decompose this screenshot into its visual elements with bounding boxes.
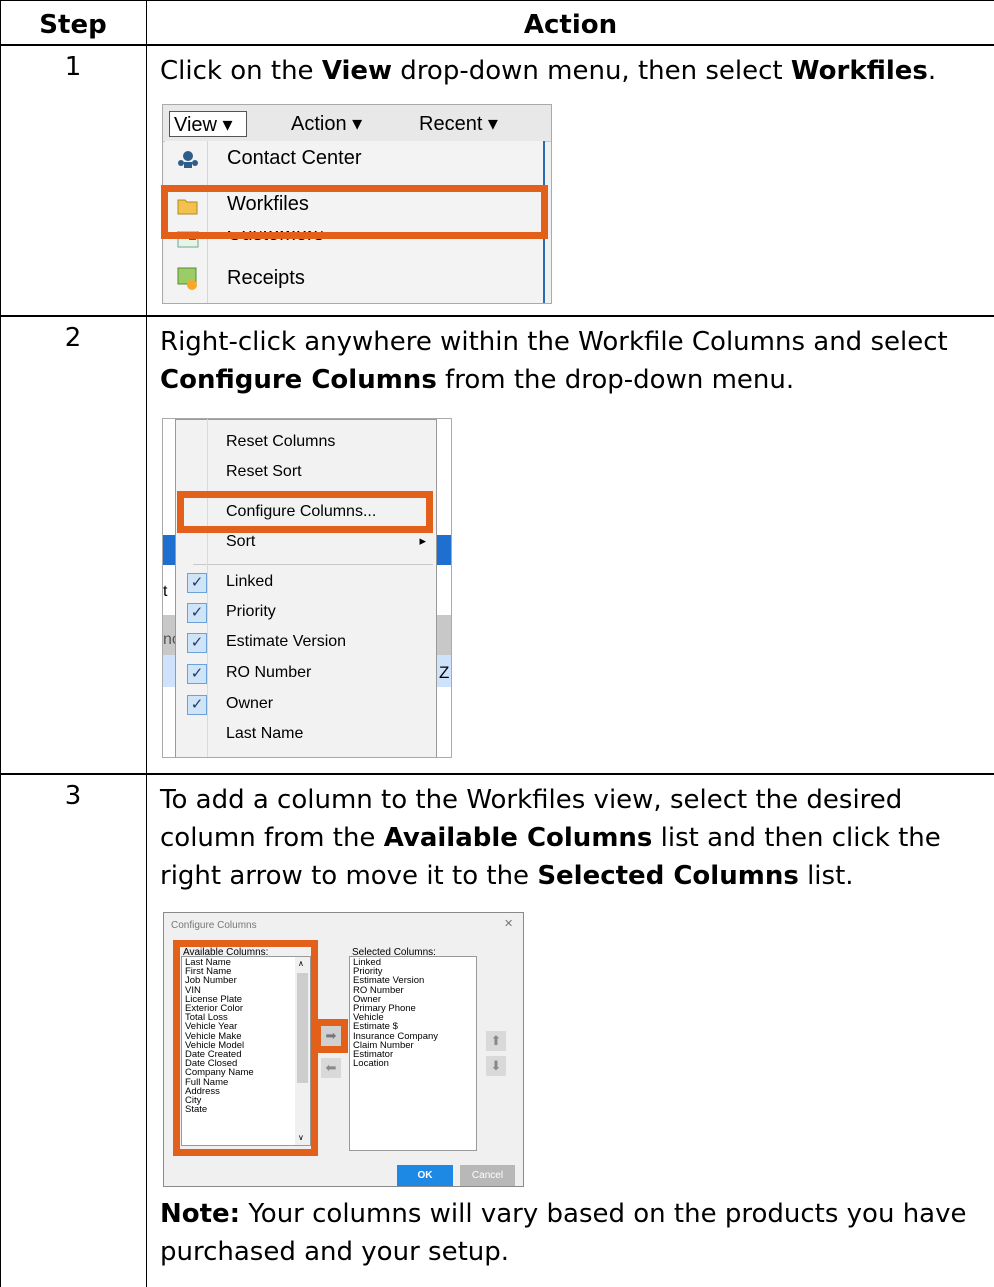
move-up-arrow-button[interactable]: ⬆: [486, 1031, 506, 1051]
context-menu: [175, 419, 437, 757]
header-step: Step: [39, 10, 107, 40]
table-column-divider: [146, 0, 147, 1287]
instruction-text: list.: [798, 861, 854, 891]
menu-recent[interactable]: Recent ▾: [419, 111, 498, 137]
menu-item-priority[interactable]: Priority: [226, 603, 276, 621]
menu-view[interactable]: View ▾: [169, 111, 247, 137]
instruction-bold: View: [321, 56, 393, 86]
menu-item-label: Contact Center: [227, 147, 362, 169]
instruction-bold: Configure Columns: [160, 365, 437, 395]
checkmark-icon: ✓: [187, 573, 207, 593]
header-action: Action: [523, 10, 618, 40]
menu-item-reset-sort[interactable]: Reset Sort: [226, 463, 302, 481]
instruction-text: Right-click anywhere within the Workfile…: [160, 327, 948, 357]
selected-columns-list[interactable]: Linked Priority Estimate Version RO Number O…: [349, 956, 477, 1151]
checkmark-icon: ✓: [187, 633, 207, 653]
table-row-divider: [0, 773, 994, 775]
cancel-button[interactable]: Cancel: [460, 1165, 515, 1186]
instruction-bold: Workfiles: [790, 56, 928, 86]
grid-fragment: t: [163, 583, 168, 600]
menu-item-contact-center[interactable]: Contact Center: [171, 145, 541, 175]
step-3-instruction: To add a column to the Workfiles view, s…: [160, 781, 980, 895]
move-down-arrow-button[interactable]: ⬇: [486, 1056, 506, 1076]
context-menu-screenshot: t nc Z Reset Columns Reset Sort Configur…: [162, 418, 452, 758]
menu-item-linked[interactable]: Linked: [226, 573, 273, 591]
list-item[interactable]: Location: [353, 1059, 473, 1069]
menu-action[interactable]: Action ▾: [291, 111, 362, 137]
table-row-divider: [0, 315, 994, 317]
table-border-top: [0, 0, 994, 1]
table-row-divider: [0, 44, 994, 46]
step-number: 2: [64, 323, 82, 353]
note-text: Your columns will vary based on the prod…: [160, 1199, 967, 1267]
instruction-bold: Selected Columns: [537, 861, 799, 891]
configure-columns-dialog: Configure Columns ✕ Available Columns: L…: [163, 912, 524, 1187]
table-border-left: [0, 0, 1, 1287]
menu-item-owner[interactable]: Owner: [226, 695, 273, 713]
ok-button[interactable]: OK: [397, 1165, 453, 1186]
highlight-box: [173, 940, 318, 1156]
close-icon[interactable]: ✕: [504, 917, 513, 930]
instruction-text: Click on the: [160, 56, 322, 86]
step-number: 3: [64, 781, 82, 811]
menu-separator: [193, 564, 433, 565]
note: Note: Your columns will vary based on th…: [160, 1195, 980, 1271]
receipts-icon: [177, 267, 199, 291]
instruction-text: drop-down menu, then select: [392, 56, 791, 86]
highlight-box: [161, 185, 548, 239]
move-left-arrow-button[interactable]: ⬅: [321, 1058, 341, 1078]
checkmark-icon: ✓: [187, 603, 207, 623]
menu-item-last-name[interactable]: Last Name: [226, 725, 303, 743]
note-label: Note:: [160, 1199, 241, 1229]
instruction-bold: Available Columns: [383, 823, 653, 853]
list-items: Linked Priority Estimate Version RO Number O…: [353, 958, 473, 1069]
step-2-instruction: Right-click anywhere within the Workfile…: [160, 323, 980, 399]
grid-fragment: Z: [439, 663, 450, 682]
instruction-text: .: [927, 56, 937, 86]
menu-item-reset-columns[interactable]: Reset Columns: [226, 433, 335, 451]
step-number: 1: [64, 52, 82, 82]
menu-item-estimate-version[interactable]: Estimate Version: [226, 633, 346, 651]
contact-center-icon: [177, 149, 199, 169]
highlight-box: [177, 491, 433, 533]
dialog-title: Configure Columns: [171, 920, 257, 931]
checkmark-icon: ✓: [187, 695, 207, 715]
menu-item-label: Receipts: [227, 267, 305, 289]
menu-icon-gutter: [207, 419, 208, 757]
menu-item-label: Sort: [226, 533, 256, 550]
highlight-box: [314, 1019, 348, 1053]
menu-item-ro-number[interactable]: RO Number: [226, 664, 311, 682]
submenu-arrow-icon: ▸: [419, 533, 426, 548]
menu-item-receipts[interactable]: Receipts: [171, 265, 541, 295]
menu-item-sort[interactable]: Sort ▸: [226, 533, 426, 551]
checkmark-icon: ✓: [187, 664, 207, 684]
instruction-text: from the drop-down menu.: [436, 365, 795, 395]
view-menu-screenshot: View ▾ Action ▾ Recent ▾ Contact Center …: [161, 104, 552, 304]
step-1-instruction: Click on the View drop-down menu, then s…: [160, 52, 980, 90]
